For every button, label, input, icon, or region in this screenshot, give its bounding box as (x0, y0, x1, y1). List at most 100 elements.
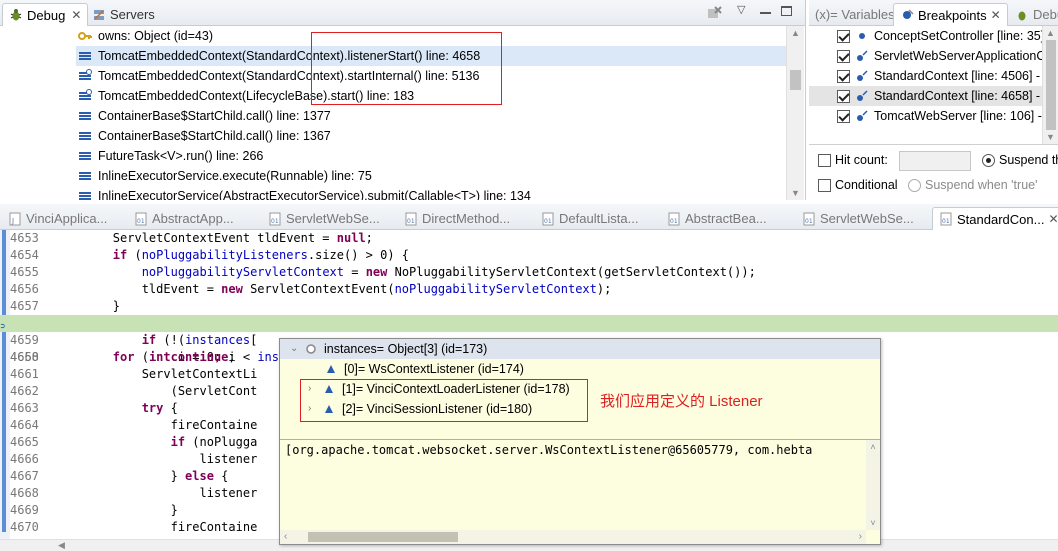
editor-tab[interactable]: J VinciApplica... (2, 207, 113, 230)
tab-servers-label: Servers (110, 7, 155, 22)
hit-count-option[interactable]: Hit count: (818, 153, 888, 167)
breakpoint-dot-icon (855, 29, 869, 43)
code-text: ServletContextEvent tldEvent = null; (55, 231, 373, 245)
editor-tab-active[interactable]: 01 StandardCon... ✕ (932, 207, 1058, 230)
tab-breakpoints[interactable]: Breakpoints ✕ (893, 3, 1008, 26)
close-icon[interactable]: ✕ (991, 8, 1001, 22)
conditional-option[interactable]: Conditional (818, 178, 898, 192)
editor-tab[interactable]: 01 ServletWebSe... (262, 207, 386, 230)
scrollbar-thumb[interactable] (308, 532, 458, 542)
breakpoint-dot-icon (855, 69, 869, 83)
breakpoint-dot-icon (855, 89, 869, 103)
popup-child-row[interactable]: [0]= WsContextListener (id=174) (280, 359, 880, 379)
popup-root-row[interactable]: ⌄ instances= Object[3] (id=173) (280, 339, 880, 359)
minimize-icon[interactable] (760, 12, 771, 14)
view-menu-icon[interactable]: ▽ (737, 3, 745, 16)
list-item[interactable]: ContainerBase$StartChild.call() line: 13… (78, 126, 331, 146)
breakpoints-tabbar: (x)= Variables Breakpoints ✕ Debug (809, 0, 1058, 26)
close-icon[interactable]: ✕ (1048, 212, 1058, 226)
line-number: 4663 (10, 401, 39, 415)
list-item[interactable]: TomcatEmbeddedContext(StandardContext).l… (76, 46, 786, 66)
tab-variables[interactable]: (x)= Variables (809, 3, 901, 26)
list-item[interactable]: StandardContext [line: 4506] - f (809, 66, 1058, 86)
tab-servers[interactable]: Servers (86, 3, 161, 26)
suspend-thread-option[interactable]: Suspend th (982, 153, 1058, 167)
scrollbar-thumb[interactable] (790, 70, 801, 90)
suspend-thread-radio[interactable] (982, 153, 995, 167)
breakpoint-checkbox[interactable] (837, 69, 850, 83)
scroll-left-icon[interactable]: ◀ (58, 540, 65, 551)
list-item[interactable]: InlineExecutorService(AbstractExecutorSe… (78, 186, 531, 200)
line-number: 4659 (10, 333, 39, 347)
scroll-up-icon[interactable]: ▲ (787, 28, 804, 38)
line-number: 4669 (10, 503, 39, 517)
scroll-right-icon[interactable]: › (859, 531, 862, 542)
suspend-when-true-option[interactable]: Suspend when 'true' (908, 178, 1038, 192)
list-item[interactable]: InlineExecutorService.execute(Runnable) … (78, 166, 372, 186)
list-item[interactable]: TomcatWebServer [line: 106] - i (809, 106, 1058, 126)
maximize-icon[interactable] (781, 6, 792, 16)
tab-debug-2[interactable]: Debug (1009, 3, 1058, 26)
code-text: fireContaine (55, 418, 258, 432)
code-text: listener (55, 486, 258, 500)
list-item[interactable]: owns: Object (id=43) (78, 26, 213, 46)
collapse-arrow-icon[interactable]: ⌄ (290, 344, 298, 354)
stack-frame-icon (78, 149, 92, 163)
scroll-down-icon[interactable]: ▼ (1043, 132, 1058, 142)
list-item[interactable]: ConceptSetController [line: 35] (809, 26, 1058, 46)
variable-hover-popup[interactable]: ⌄ instances= Object[3] (id=173) [0]= WsC… (279, 338, 881, 545)
editor-tabbar: J VinciApplica... 01 AbstractApp... 01 S… (0, 204, 1058, 230)
popup-hscrollbar[interactable]: ‹ › (280, 530, 866, 544)
stack-frames-list: owns: Object (id=43) TomcatEmbeddedConte… (0, 26, 786, 200)
line-number: 4660 (10, 350, 39, 364)
tab-debug-label: Debug (27, 7, 66, 23)
editor-tab[interactable]: 01 DirectMethod... (398, 207, 516, 230)
stack-frame-icon (78, 49, 92, 63)
editor-tab[interactable]: 01 AbstractBea... (661, 207, 773, 230)
list-item[interactable]: TomcatEmbeddedContext(StandardContext).s… (78, 66, 479, 86)
scroll-up-icon[interactable]: ˄ (866, 442, 880, 452)
list-item[interactable]: ServletWebServerApplicationContext (809, 46, 1058, 66)
expand-arrow-icon[interactable]: › (308, 384, 316, 394)
conditional-checkbox[interactable] (818, 178, 831, 192)
debug-tabbar: Debug ✕ Servers ▽ (0, 0, 805, 26)
field-triangle-icon (324, 362, 338, 376)
breakpoint-checkbox[interactable] (837, 109, 850, 123)
breakpoint-checkbox[interactable] (837, 89, 850, 103)
hit-count-checkbox[interactable] (818, 153, 831, 167)
editor-tab[interactable]: 01 ServletWebSe... (796, 207, 920, 230)
editor-tab[interactable]: 01 DefaultLista... (535, 207, 645, 230)
hit-count-input[interactable] (899, 151, 971, 171)
expand-arrow-icon[interactable]: › (308, 404, 316, 414)
debug-view: Debug ✕ Servers ▽ owns: Object (id=43) T… (0, 0, 806, 200)
popup-child-row[interactable]: › [1]= VinciContextLoaderListener (id=17… (280, 379, 880, 399)
breakpoint-checkbox[interactable] (837, 29, 850, 43)
popup-vscrollbar[interactable]: ˄ ˅ (866, 440, 880, 530)
scroll-down-icon[interactable]: ▼ (787, 188, 804, 198)
code-text: } else { (55, 469, 229, 483)
list-item[interactable]: StandardContext [line: 4658] - li (809, 86, 1058, 106)
svg-text:J: J (11, 217, 14, 225)
list-item[interactable]: FutureTask<V>.run() line: 266 (78, 146, 263, 166)
line-number: 4670 (10, 520, 39, 534)
breakpoint-checkbox[interactable] (837, 49, 850, 63)
line-number: 4666 (10, 452, 39, 466)
class-file-icon: 01 (802, 212, 816, 226)
remove-terminated-icon[interactable] (706, 5, 722, 19)
breakpoints-scrollbar[interactable]: ▲ ▼ (1042, 26, 1058, 144)
tab-debug[interactable]: Debug ✕ (2, 3, 89, 26)
editor-tab[interactable]: 01 AbstractApp... (128, 207, 240, 230)
list-item[interactable]: ContainerBase$StartChild.call() line: 13… (78, 106, 331, 126)
popup-child-row[interactable]: › [2]= VinciSessionListener (id=180) (280, 399, 880, 419)
stack-frame-icon (78, 89, 92, 103)
scroll-up-icon[interactable]: ▲ (1043, 28, 1058, 38)
scroll-down-icon[interactable]: ˅ (866, 518, 880, 528)
code-text: if (noPlugga (170, 435, 258, 449)
suspend-when-true-radio[interactable] (908, 178, 921, 192)
close-icon[interactable]: ✕ (71, 8, 81, 22)
scroll-left-icon[interactable]: ‹ (284, 531, 287, 542)
list-item[interactable]: TomcatEmbeddedContext(LifecycleBase).sta… (78, 86, 414, 106)
debug-scrollbar[interactable]: ▲ ▼ (786, 26, 804, 200)
class-file-icon: 01 (404, 212, 418, 226)
scrollbar-thumb[interactable] (1046, 40, 1056, 130)
